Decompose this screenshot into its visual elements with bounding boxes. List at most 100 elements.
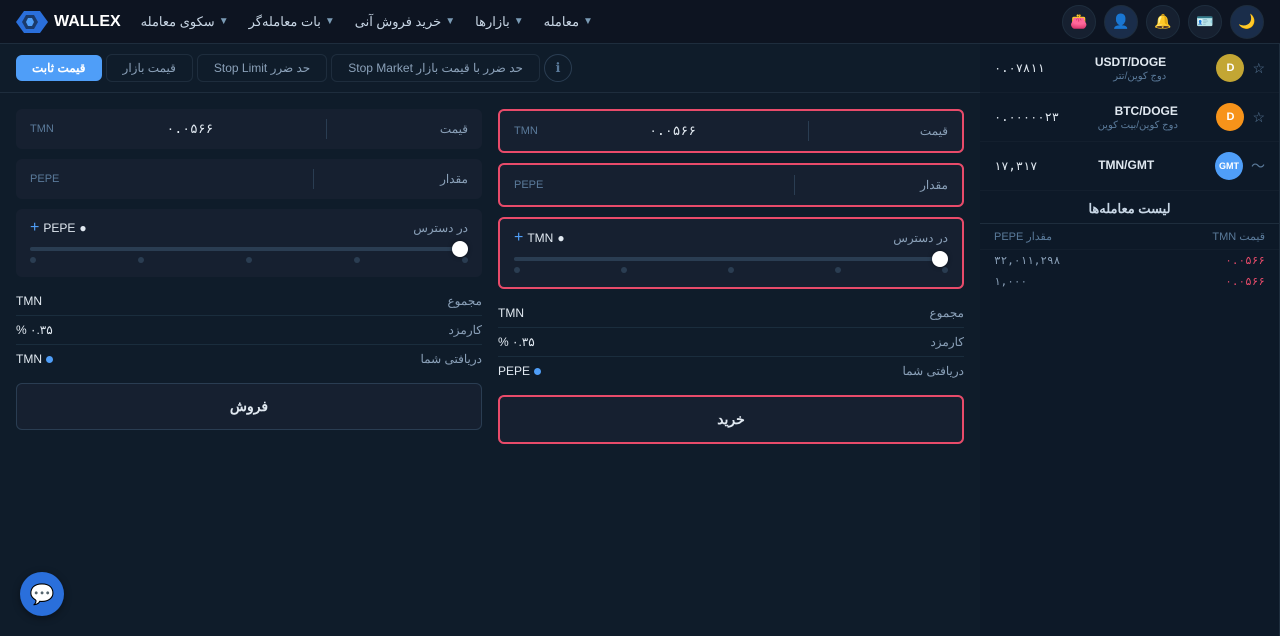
buy-available-label: در دسترس [893, 231, 948, 245]
sell-receive-label: دریافتی شما [421, 352, 482, 366]
tab-fixed-price[interactable]: قیمت ثابت [16, 55, 102, 81]
buy-price-label: قیمت [920, 124, 948, 138]
tab-market-price[interactable]: قیمت بازار [106, 54, 193, 82]
buy-fee-amount: ۰.۳۵ % [498, 335, 535, 349]
info-button[interactable]: ℹ [544, 54, 572, 82]
trade-row: ۰.۰۵۶۶ ۱,۰۰۰ [980, 271, 1279, 292]
trend-icon[interactable]: 〜 [1251, 156, 1265, 176]
chevron-icon: ▼ [583, 16, 593, 27]
buy-price-value[interactable]: ۰.۰۵۶۶ [649, 124, 696, 139]
nav-bot[interactable]: ▼ بات معامله‌گر [249, 14, 335, 30]
pair-price: ۱۷,۳۱۷ [994, 159, 1037, 173]
buy-slider-thumb[interactable] [932, 251, 948, 267]
buy-fee-label: کارمزد [930, 335, 964, 349]
pair-name: USDT/DOGE [1095, 55, 1166, 69]
sell-slider-thumb[interactable] [452, 241, 468, 257]
buy-fee-row: کارمزد ۰.۳۵ % [498, 328, 964, 357]
sell-available-currency: PEPE [43, 221, 75, 235]
sell-available-label: در دسترس [413, 221, 468, 235]
star-icon[interactable]: ☆ [1252, 109, 1265, 126]
sell-price-label: قیمت [440, 122, 468, 136]
sell-available-icon: ● [79, 221, 86, 235]
tab-stop-limit[interactable]: حد ضرر Stop Limit [197, 54, 327, 82]
sidebar: ☆ D USDT/DOGE دوج کوین/تتر ۰.۰۷۸۱۱ ☆ D B… [980, 44, 1280, 636]
buy-total-label: مجموع [930, 306, 964, 320]
buy-add-icon[interactable]: + [514, 229, 523, 247]
trade-list-cols: قیمت TMN مقدار PEPE [980, 224, 1279, 250]
nav-markets[interactable]: ▼ بازارها [475, 14, 523, 30]
main-layout: ☆ D USDT/DOGE دوج کوین/تتر ۰.۰۷۸۱۱ ☆ D B… [0, 44, 1280, 636]
doge-icon: D [1216, 54, 1244, 82]
trade-price: ۰.۰۵۶۶ [1225, 275, 1265, 288]
star-icon[interactable]: ☆ [1252, 60, 1265, 77]
tab-stop-market[interactable]: حد ضرر با قیمت بازار Stop Market [331, 54, 540, 82]
nav-platform[interactable]: ▼ سکوی معامله [141, 14, 229, 30]
pair-desc: دوج کوین/بیت کوین [1098, 120, 1178, 131]
trade-row: ۰.۰۵۶۶ ۳۲,۰۱۱,۲۹۸ [980, 250, 1279, 271]
buy-receive-label: دریافتی شما [903, 364, 964, 378]
sell-price-currency: TMN [30, 123, 54, 135]
sell-price-value[interactable]: ۰.۰۵۶۶ [167, 122, 214, 137]
trade-amount: ۱,۰۰۰ [994, 275, 1027, 288]
buy-price-row: قیمت ۰.۰۵۶۶ TMN [498, 109, 964, 153]
pair-price: ۰.۰۷۸۱۱ [994, 61, 1045, 75]
sell-amount-row: مقدار PEPE [16, 159, 482, 199]
chevron-icon: ▼ [325, 16, 335, 27]
trade-list-header: لیست معامله‌ها [980, 191, 1279, 224]
sell-slider-row: در دسترس ● PEPE + [16, 209, 482, 277]
buy-submit-button[interactable]: خرید [498, 395, 964, 444]
chat-button[interactable]: 💬 [20, 572, 64, 616]
sell-amount-currency: PEPE [30, 173, 59, 185]
divider [326, 119, 327, 139]
sell-totals: مجموع TMN کارمزد ۰.۳۵ % دریافتی شما [16, 287, 482, 373]
top-nav: 🌙 🪪 🔔 👤 👛 ▼ معامله ▼ بازارها ▼ خرید فروش… [0, 0, 1280, 44]
sell-submit-button[interactable]: فروش [16, 383, 482, 430]
sell-receive-currency: TMN [16, 352, 42, 366]
pair-name: BTC/DOGE [1098, 104, 1178, 118]
id-button[interactable]: 🪪 [1188, 5, 1222, 39]
slider-tick [835, 267, 841, 273]
tab-bar: ℹ حد ضرر با قیمت بازار Stop Market حد ضر… [0, 44, 980, 93]
logo[interactable]: WALLEX [16, 11, 121, 33]
sell-fee-row: کارمزد ۰.۳۵ % [16, 316, 482, 345]
pair-item-usdt-doge[interactable]: ☆ D USDT/DOGE دوج کوین/تتر ۰.۰۷۸۱۱ [980, 44, 1279, 93]
sell-amount-label: مقدار [440, 172, 468, 186]
col-price: قیمت TMN [1212, 230, 1265, 243]
buy-receive-value: PEPE [498, 364, 541, 378]
pair-item-tmn-gmt[interactable]: 〜 GMT TMN/GMT ۱۷,۳۱۷ [980, 142, 1279, 191]
buy-available-currency: TMN [527, 231, 553, 245]
slider-tick [138, 257, 144, 263]
nav-instant[interactable]: ▼ خرید فروش آنی [355, 14, 455, 30]
sell-total-currency: TMN [16, 294, 42, 308]
sell-fee-label: کارمزد [448, 323, 482, 337]
buy-total-row: مجموع TMN [498, 299, 964, 328]
slider-tick [728, 267, 734, 273]
chevron-icon: ▼ [514, 16, 524, 27]
receive-dot [46, 356, 53, 363]
slider-tick [246, 257, 252, 263]
sell-fee-amount: ۰.۳۵ % [16, 323, 53, 337]
sell-add-icon[interactable]: + [30, 219, 39, 237]
buy-total-currency: TMN [498, 306, 524, 320]
nav-menu: ▼ معامله ▼ بازارها ▼ خرید فروش آنی ▼ بات… [16, 11, 593, 33]
user-button[interactable]: 👤 [1104, 5, 1138, 39]
trade-amount: ۳۲,۰۱۱,۲۹۸ [994, 254, 1060, 267]
buy-available-icon: ● [557, 231, 564, 245]
sell-slider-track[interactable] [30, 247, 468, 251]
nav-trade[interactable]: ▼ معامله [544, 14, 593, 30]
buy-total-value: TMN [498, 306, 524, 320]
btc-icon: D [1216, 103, 1244, 131]
gmt-icon: GMT [1215, 152, 1243, 180]
sell-fee-value: ۰.۳۵ % [16, 323, 53, 337]
buy-fee-value: ۰.۳۵ % [498, 335, 535, 349]
buy-slider-track[interactable] [514, 257, 948, 261]
wallet-button[interactable]: 👛 [1062, 5, 1096, 39]
slider-tick [514, 267, 520, 273]
pair-item-btc-doge[interactable]: ☆ D BTC/DOGE دوج کوین/بیت کوین ۰.۰۰۰۰۰۲۳ [980, 93, 1279, 142]
trade-price: ۰.۰۵۶۶ [1225, 254, 1265, 267]
sell-total-value: TMN [16, 294, 42, 308]
bell-button[interactable]: 🔔 [1146, 5, 1180, 39]
moon-button[interactable]: 🌙 [1230, 5, 1264, 39]
divider [794, 175, 795, 195]
sell-price-row: قیمت ۰.۰۵۶۶ TMN [16, 109, 482, 149]
